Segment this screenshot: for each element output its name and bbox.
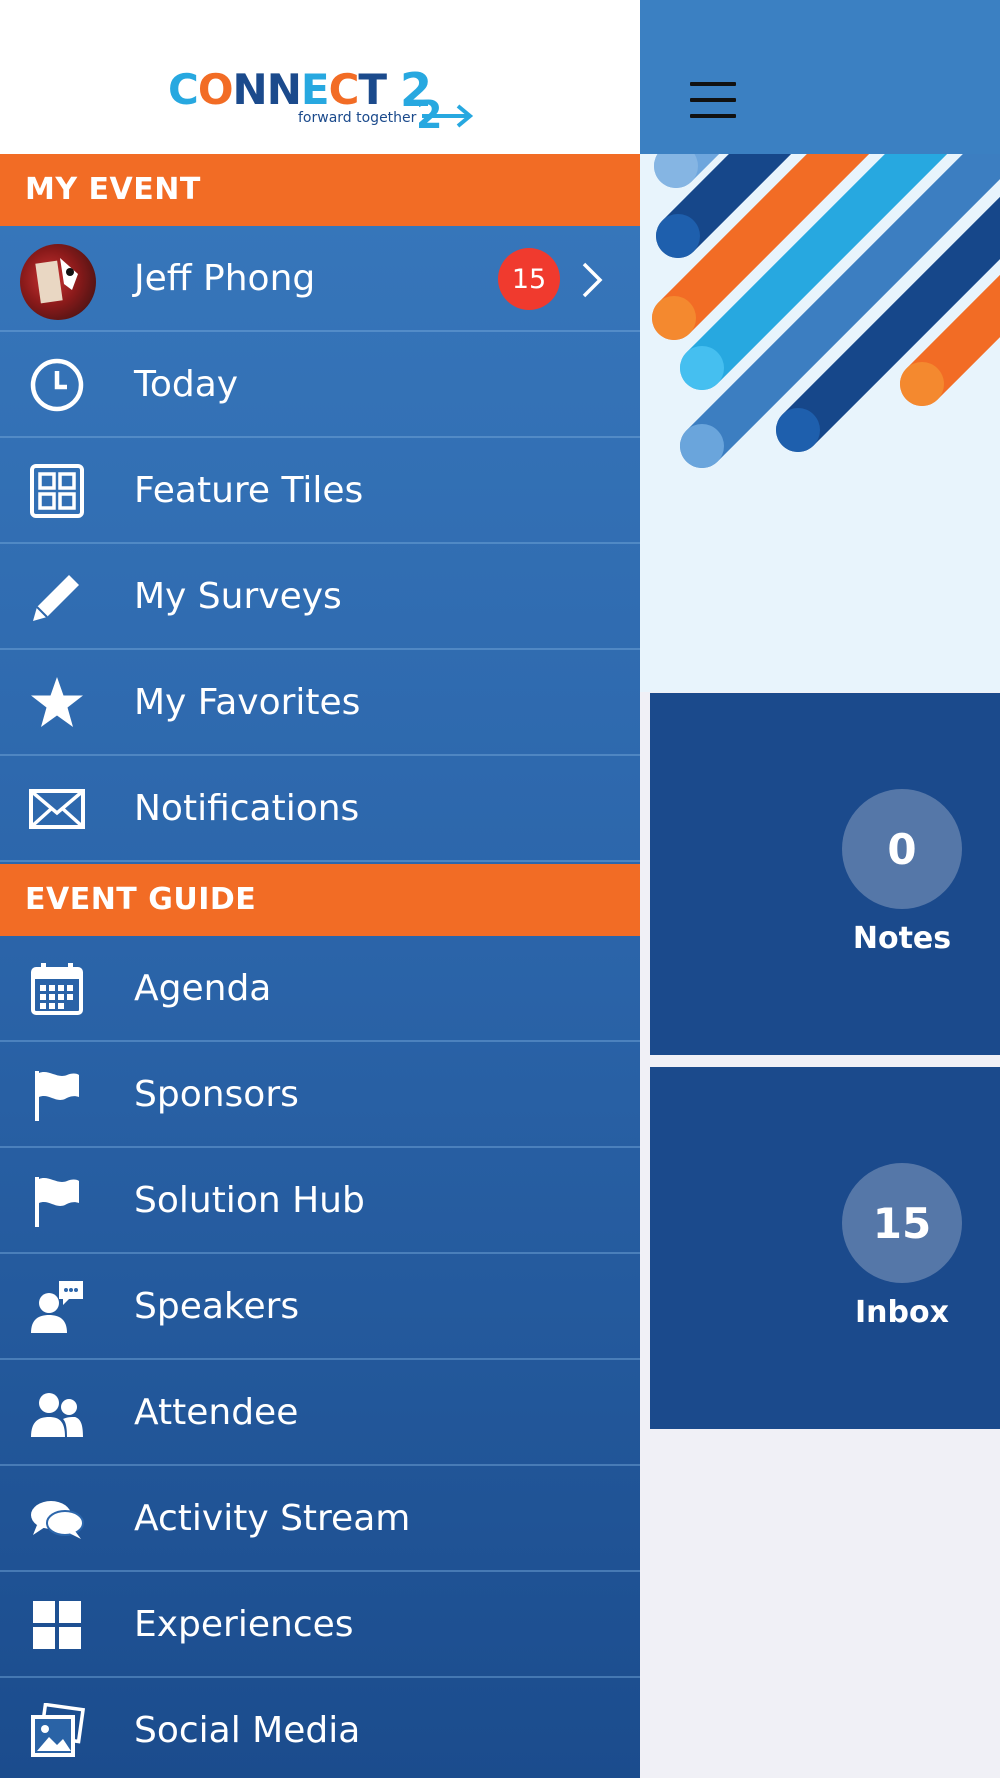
section-header-my-event: MY EVENT bbox=[0, 154, 640, 226]
menu-item-speakers[interactable]: Speakers bbox=[0, 1254, 640, 1360]
profile-name: Jeff Phong bbox=[134, 258, 316, 299]
menu-item-activity-stream[interactable]: Activity Stream bbox=[0, 1466, 640, 1572]
flag-icon bbox=[28, 1173, 86, 1229]
speaker-icon bbox=[28, 1279, 86, 1335]
notes-tile[interactable]: 0 Notes bbox=[650, 693, 1000, 1055]
menu-item-label: Agenda bbox=[134, 968, 272, 1009]
people-icon bbox=[28, 1385, 86, 1441]
menu-item-label: Notifications bbox=[134, 788, 360, 829]
diagonal-stripes-graphic bbox=[652, 154, 1000, 468]
menu-item-label: Today bbox=[134, 364, 239, 405]
photos-icon bbox=[28, 1703, 86, 1759]
menu-item-label: Social Media bbox=[134, 1710, 361, 1751]
menu-item-today[interactable]: Today bbox=[0, 332, 640, 438]
chat-bubbles-icon bbox=[28, 1491, 86, 1547]
menu-item-label: My Surveys bbox=[134, 576, 342, 617]
calendar-icon bbox=[28, 961, 86, 1017]
grid-tiles-icon bbox=[28, 463, 86, 519]
menu-item-solution-hub[interactable]: Solution Hub bbox=[0, 1148, 640, 1254]
pencil-icon bbox=[28, 569, 86, 625]
menu-item-label: Attendee bbox=[134, 1392, 299, 1433]
logo-bar: CONNECT 2 2 forward together bbox=[0, 0, 640, 154]
menu-item-label: Feature Tiles bbox=[134, 470, 364, 511]
connect-22-logo: CONNECT 2 2 forward together bbox=[168, 66, 474, 137]
menu-item-agenda[interactable]: Agenda bbox=[0, 936, 640, 1042]
menu-item-label: Solution Hub bbox=[134, 1180, 365, 1221]
menu-item-sponsors[interactable]: Sponsors bbox=[0, 1042, 640, 1148]
inbox-label: Inbox bbox=[855, 1295, 949, 1330]
main-content: 0 Notes 15 Inbox bbox=[640, 0, 1000, 1778]
notes-label: Notes bbox=[852, 921, 952, 956]
hamburger-menu-icon[interactable] bbox=[690, 80, 736, 120]
profile-item[interactable]: Jeff Phong 15 bbox=[0, 226, 640, 332]
top-bar bbox=[640, 0, 1000, 154]
navigation-drawer: CONNECT 2 2 forward together MY EVENT Je… bbox=[0, 0, 640, 1778]
menu-item-social-media[interactable]: Social Media bbox=[0, 1678, 640, 1778]
menu-item-my-surveys[interactable]: My Surveys bbox=[0, 544, 640, 650]
notification-badge: 15 bbox=[498, 248, 560, 310]
menu-item-my-favorites[interactable]: My Favorites bbox=[0, 650, 640, 756]
envelope-icon bbox=[28, 781, 86, 837]
svg-text:CONNECT: CONNECT bbox=[168, 66, 387, 114]
avatar bbox=[20, 244, 96, 320]
menu-item-label: Activity Stream bbox=[134, 1498, 411, 1539]
menu-item-label: Sponsors bbox=[134, 1074, 299, 1115]
menu-item-label: Speakers bbox=[134, 1286, 300, 1327]
notes-count: 0 bbox=[842, 789, 962, 909]
inbox-tile[interactable]: 15 Inbox bbox=[650, 1067, 1000, 1429]
menu-item-label: Experiences bbox=[134, 1604, 354, 1645]
svg-text:forward together: forward together bbox=[298, 110, 417, 126]
clock-icon bbox=[28, 357, 86, 413]
inbox-count: 15 bbox=[842, 1163, 962, 1283]
star-icon bbox=[28, 675, 86, 731]
menu-item-label: My Favorites bbox=[134, 682, 361, 723]
event-banner-graphic bbox=[640, 154, 1000, 692]
menu-item-feature-tiles[interactable]: Feature Tiles bbox=[0, 438, 640, 544]
flag-icon bbox=[28, 1067, 86, 1123]
windows-icon bbox=[28, 1597, 86, 1653]
menu-item-attendee[interactable]: Attendee bbox=[0, 1360, 640, 1466]
menu-item-experiences[interactable]: Experiences bbox=[0, 1572, 640, 1678]
menu-item-notifications[interactable]: Notifications bbox=[0, 756, 640, 862]
section-header-event-guide: EVENT GUIDE bbox=[0, 864, 640, 936]
chevron-right-icon bbox=[582, 262, 603, 298]
